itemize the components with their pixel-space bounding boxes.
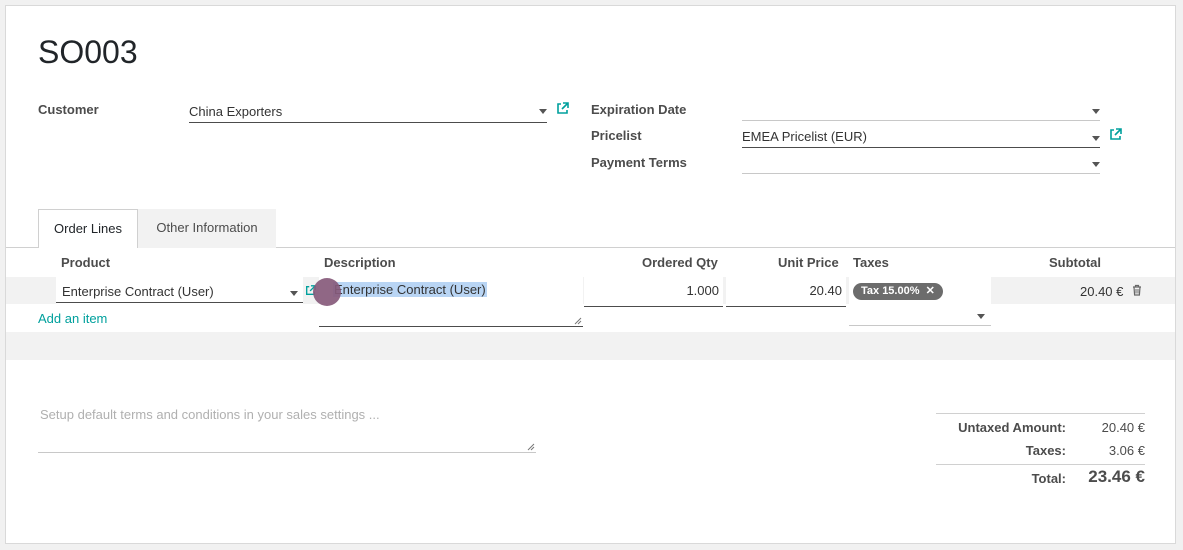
external-link-icon[interactable] xyxy=(1109,128,1122,144)
chevron-down-icon[interactable] xyxy=(1092,162,1100,167)
table-footer xyxy=(6,332,1175,360)
column-header-description[interactable]: Description xyxy=(324,255,396,270)
close-icon[interactable]: ✕ xyxy=(926,285,935,297)
taxes-value: 3.06 € xyxy=(1108,443,1145,458)
totals-divider xyxy=(936,413,1145,414)
untaxed-amount-value: 20.40 € xyxy=(1101,420,1145,435)
totals-divider xyxy=(936,464,1145,465)
tax-tag-label: Tax 15.00% xyxy=(861,285,920,297)
page-title: SO003 xyxy=(38,34,138,70)
resize-handle-icon[interactable] xyxy=(574,317,582,325)
customer-label: Customer xyxy=(38,102,99,117)
chevron-down-icon[interactable] xyxy=(539,109,547,114)
pricelist-field[interactable]: EMEA Pricelist (EUR) xyxy=(742,126,1100,148)
form-sheet: SO003 Customer China Exporters Expiratio… xyxy=(5,5,1176,544)
expiration-date-field[interactable] xyxy=(742,99,1100,121)
column-header-taxes[interactable]: Taxes xyxy=(853,255,889,270)
untaxed-amount-label: Untaxed Amount: xyxy=(958,420,1066,435)
add-item-link[interactable]: Add an item xyxy=(38,311,107,326)
external-link-icon[interactable] xyxy=(556,102,569,118)
unit-price-value: 20.40 xyxy=(809,283,842,298)
chevron-down-icon[interactable] xyxy=(977,314,985,319)
unit-price-field[interactable]: 20.40 xyxy=(726,277,846,307)
customer-value: China Exporters xyxy=(189,104,283,119)
chevron-down-icon[interactable] xyxy=(1092,136,1100,141)
tax-tag: Tax 15.00% ✕ xyxy=(853,283,943,300)
expiration-date-label: Expiration Date xyxy=(591,102,687,117)
payment-terms-label: Payment Terms xyxy=(591,155,687,170)
chevron-down-icon[interactable] xyxy=(1092,109,1100,114)
subtotal-value: 20.40 € xyxy=(1080,284,1124,299)
terms-placeholder: Setup default terms and conditions in yo… xyxy=(40,407,380,422)
trash-icon[interactable] xyxy=(1132,284,1142,299)
tab-other-information[interactable]: Other Information xyxy=(138,209,276,248)
customer-field[interactable]: China Exporters xyxy=(189,101,547,123)
column-header-subtotal[interactable]: Subtotal xyxy=(1049,255,1101,270)
product-cell: Enterprise Contract (User) xyxy=(56,277,303,306)
column-header-product[interactable]: Product xyxy=(61,255,110,270)
column-header-ordered-qty[interactable]: Ordered Qty xyxy=(642,255,718,270)
column-header-unit-price[interactable]: Unit Price xyxy=(778,255,839,270)
tab-order-lines[interactable]: Order Lines xyxy=(38,209,138,248)
product-field[interactable]: Enterprise Contract (User) xyxy=(56,281,303,303)
resize-handle-icon[interactable] xyxy=(527,443,535,451)
taxes-label: Taxes: xyxy=(1025,443,1066,458)
ordered-qty-field[interactable]: 1.000 xyxy=(584,277,723,307)
product-value: Enterprise Contract (User) xyxy=(62,284,214,299)
pricelist-label: Pricelist xyxy=(591,128,642,143)
chevron-down-icon[interactable] xyxy=(290,291,298,296)
total-value: 23.46 € xyxy=(1088,467,1145,486)
mouse-cursor xyxy=(313,278,341,306)
ordered-qty-value: 1.000 xyxy=(686,283,719,298)
description-field[interactable]: Enterprise Contract (User) xyxy=(319,277,583,327)
total-label: Total: xyxy=(1031,471,1066,486)
pricelist-value: EMEA Pricelist (EUR) xyxy=(742,129,867,144)
payment-terms-field[interactable] xyxy=(742,152,1100,174)
description-value: Enterprise Contract (User) xyxy=(333,282,487,297)
